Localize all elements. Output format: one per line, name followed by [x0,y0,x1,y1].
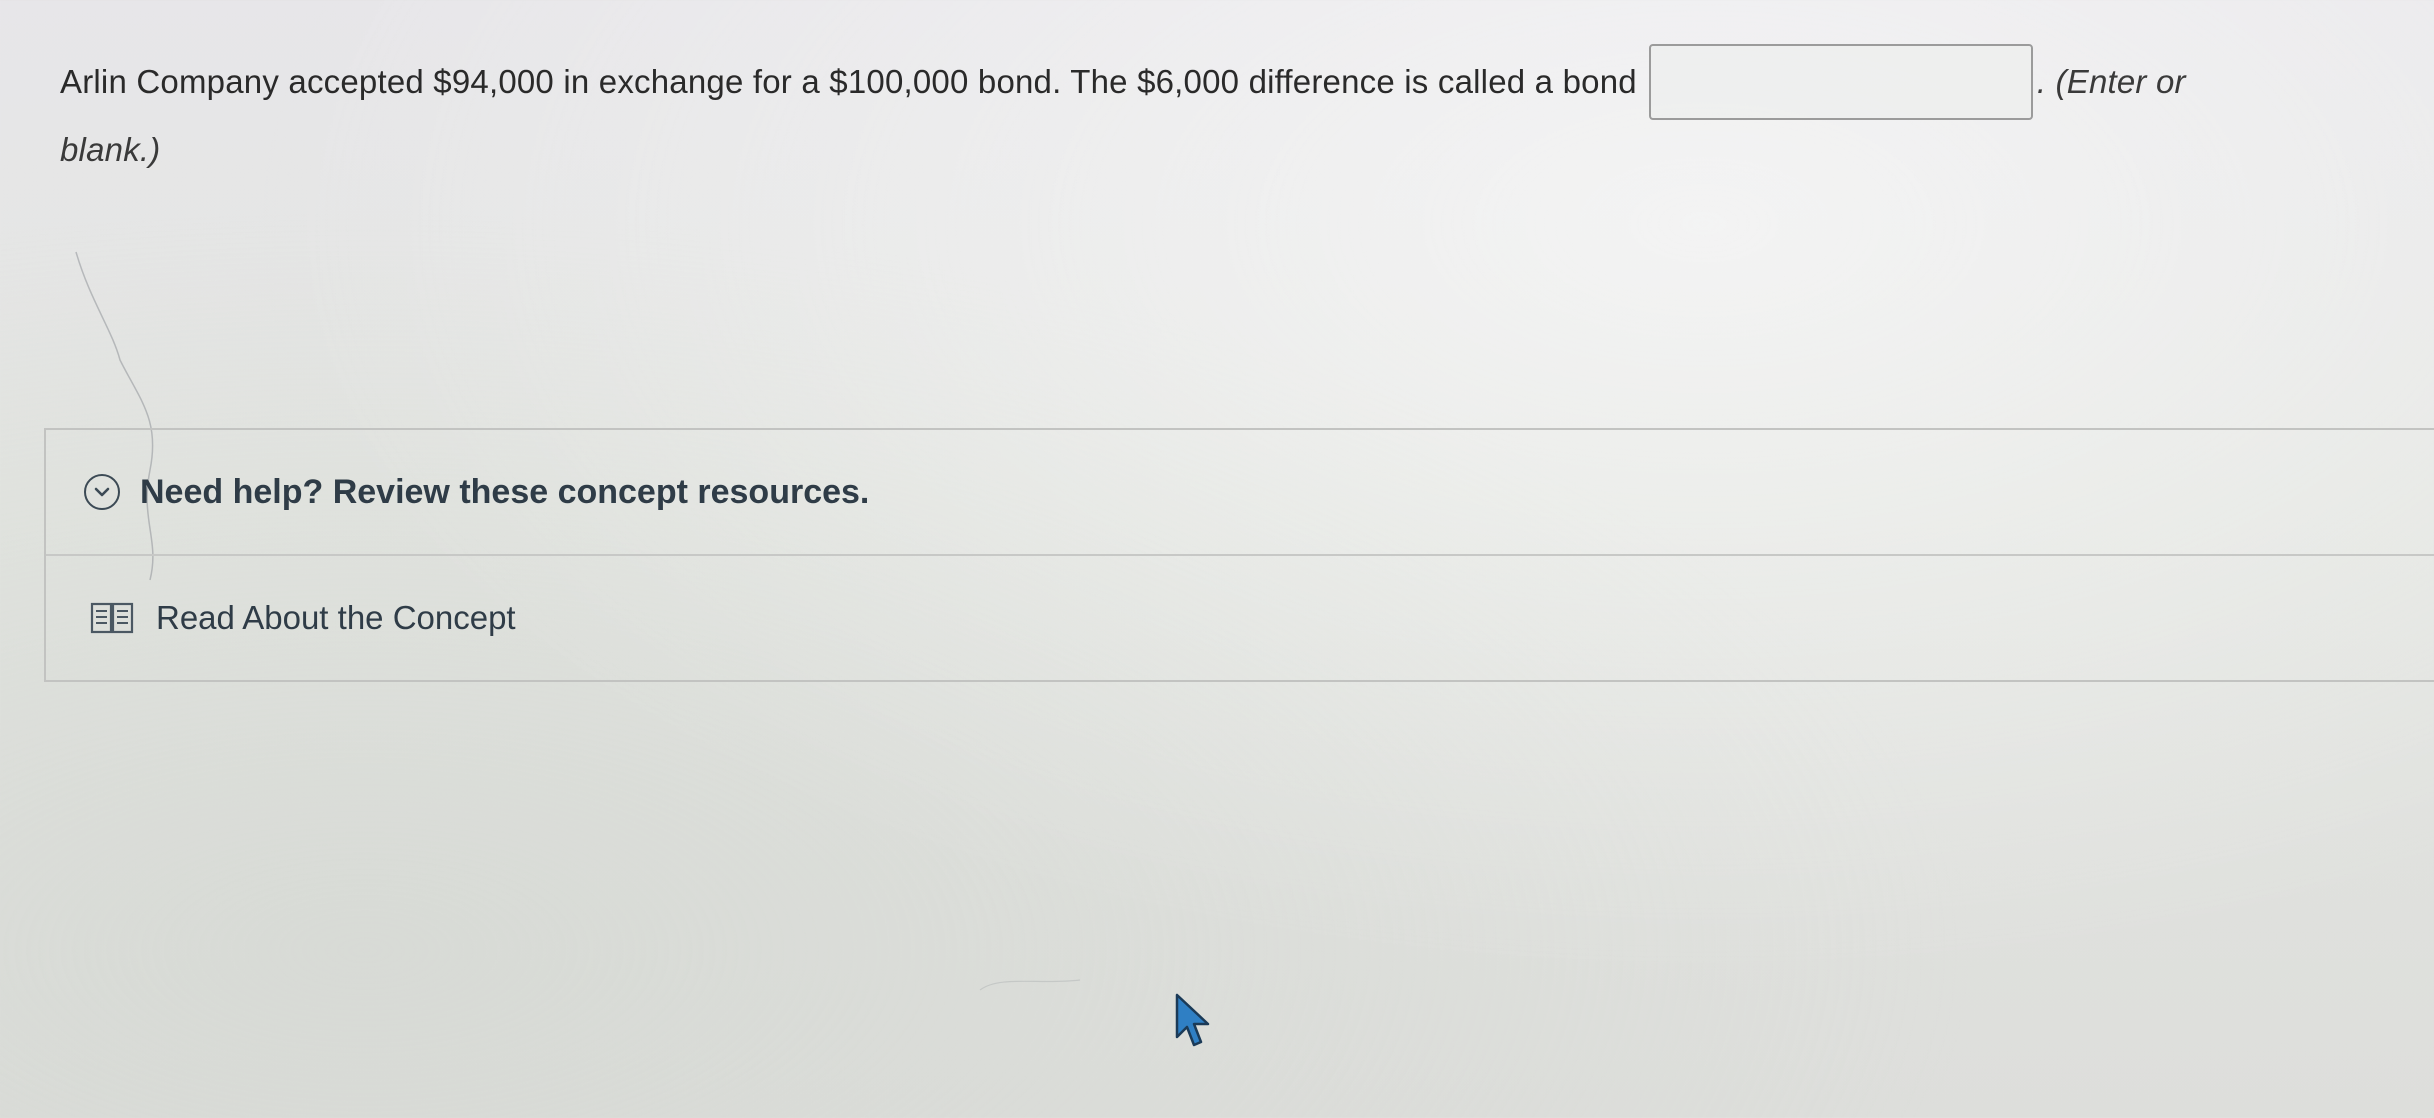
question-line: Arlin Company accepted $94,000 in exchan… [60,44,2434,120]
chevron-down-circle-icon[interactable] [84,474,120,510]
question-text: Arlin Company accepted $94,000 in exchan… [60,63,1637,100]
resource-link-read-about-concept[interactable]: Read About the Concept [46,556,2434,680]
concept-resources-panel: Need help? Review these concept resource… [44,428,2434,682]
mouse-cursor-icon [1175,993,1210,1047]
concept-resources-toggle[interactable]: Need help? Review these concept resource… [46,430,2434,556]
resource-label[interactable]: Read About the Concept [156,599,516,637]
question-instruction-text: . (Enter or [2036,63,2186,100]
concept-resources-title: Need help? Review these concept resource… [140,472,870,511]
question-instruction-continued: blank.) [60,131,161,168]
book-icon [90,602,134,634]
question-block: Arlin Company accepted $94,000 in exchan… [60,44,2434,180]
answer-input[interactable] [1648,44,2033,120]
